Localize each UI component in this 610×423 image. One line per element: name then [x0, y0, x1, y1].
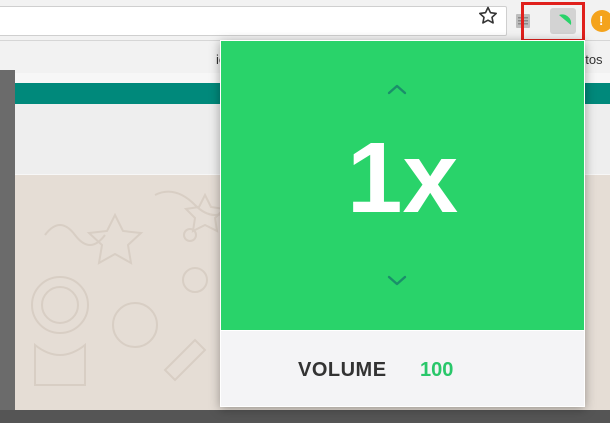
volume-value[interactable]: 100 — [420, 359, 453, 382]
window-left-edge — [0, 70, 15, 423]
window-bottom-edge — [0, 410, 610, 423]
star-icon[interactable] — [476, 4, 500, 28]
volume-row[interactable]: VOLUME 100 — [221, 331, 584, 406]
chevron-up-icon[interactable] — [386, 82, 408, 96]
volume-label: VOLUME — [298, 359, 387, 381]
playback-speed-value: 1x — [346, 122, 459, 234]
extension-badge-text: ! — [599, 13, 604, 28]
speed-control-popup: 1x VOLUME 100 — [220, 40, 585, 407]
orange-extension-icon[interactable]: ! — [591, 10, 610, 32]
speed-panel: 1x — [221, 41, 584, 330]
chevron-down-icon[interactable] — [386, 274, 408, 288]
browser-toolbar: ! — [0, 0, 610, 41]
address-bar[interactable] — [0, 6, 507, 36]
extension-highlight-box — [521, 2, 585, 42]
